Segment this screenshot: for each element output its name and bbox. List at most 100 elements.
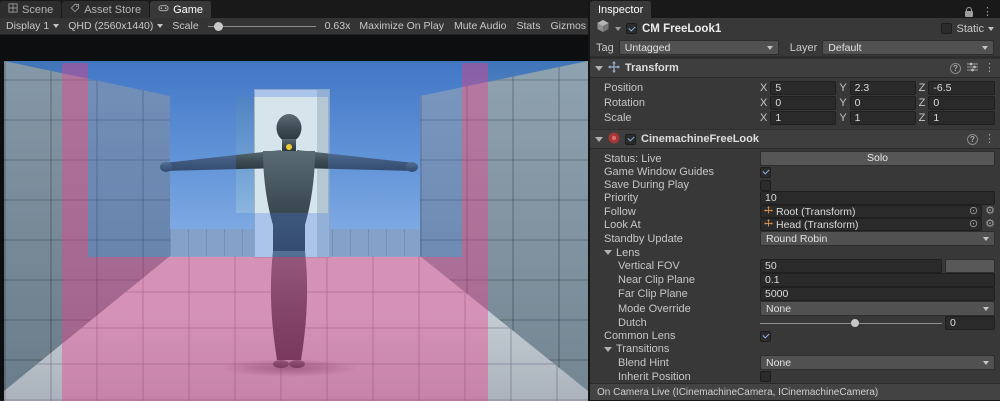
scale-slider[interactable] xyxy=(208,21,316,31)
far-clip-row: Far Clip Plane 5000 xyxy=(590,287,1000,301)
priority-field[interactable]: 10 xyxy=(760,191,995,205)
chevron-down-icon xyxy=(983,361,989,365)
maximize-on-play-button[interactable]: Maximize On Play xyxy=(359,20,444,32)
tab-scene[interactable]: Scene xyxy=(0,1,61,18)
scale-value: 0.63x xyxy=(325,20,351,32)
axis-x-label: X xyxy=(760,82,767,94)
gameobject-active-checkbox[interactable] xyxy=(626,23,637,34)
scale-row: Scale X1 Y1 Z1 xyxy=(590,110,1000,125)
tab-game-label: Game xyxy=(173,4,203,16)
lock-icon[interactable] xyxy=(965,11,973,17)
transform-header[interactable]: Transform ? ⋮ xyxy=(590,58,1000,78)
near-clip-field[interactable]: 0.1 xyxy=(760,273,995,287)
layer-dropdown[interactable]: Default xyxy=(822,40,994,55)
cinemachine-rows: Status: Live Solo Game Window Guides Sav… xyxy=(590,149,1000,383)
blend-hint-dropdown[interactable]: None xyxy=(760,355,995,370)
game-toolbar: Display 1 QHD (2560x1440) Scale 0.63x Ma… xyxy=(0,18,588,35)
tag-dropdown[interactable]: Untagged xyxy=(619,40,779,55)
dutch-row: Dutch 0 xyxy=(590,316,1000,330)
transform-icon xyxy=(764,219,773,231)
dutch-field[interactable]: 0 xyxy=(945,316,995,330)
guide-hard-limit-right[interactable] xyxy=(462,63,488,257)
rotation-y-field[interactable]: 0 xyxy=(850,96,916,110)
inherit-position-checkbox[interactable] xyxy=(760,371,771,382)
stats-button[interactable]: Stats xyxy=(517,20,541,32)
far-clip-field[interactable]: 5000 xyxy=(760,287,995,301)
game-viewport[interactable] xyxy=(0,35,588,400)
tab-inspector-label: Inspector xyxy=(598,4,643,16)
transform-title: Transform xyxy=(625,62,679,74)
scale-slider-handle[interactable] xyxy=(214,22,223,31)
gameobject-cube-icon[interactable] xyxy=(596,19,610,38)
lens-foldout[interactable]: Lens xyxy=(590,246,1000,259)
cinemachine-header[interactable]: CinemachineFreeLook ? ⋮ xyxy=(590,129,1000,149)
gear-icon[interactable]: ⚙ xyxy=(985,219,995,230)
position-row: Position X5 Y2.3 Z-6.5 xyxy=(590,80,1000,95)
chevron-down-icon xyxy=(982,46,988,50)
scale-x-field[interactable]: 1 xyxy=(770,111,836,125)
tab-inspector[interactable]: Inspector xyxy=(590,1,651,18)
blend-hint-row: Blend Hint None xyxy=(590,355,1000,370)
gear-icon[interactable]: ⚙ xyxy=(985,206,995,217)
cinemachine-title: CinemachineFreeLook xyxy=(641,133,759,145)
mode-override-dropdown[interactable]: None xyxy=(760,301,995,316)
inspector-panel: Inspector ⋮ CM FreeLook1 Static Tag Unta… xyxy=(588,0,1000,400)
mode-override-row: Mode Override None xyxy=(590,301,1000,316)
foldout-arrow-icon[interactable] xyxy=(595,137,603,142)
game-panel: Scene Asset Store Game Display 1 QHD (25… xyxy=(0,0,588,400)
rotation-row: Rotation X0 Y0 Z0 xyxy=(590,95,1000,110)
transform-icon xyxy=(608,61,620,76)
kebab-menu-icon[interactable]: ⋮ xyxy=(982,7,993,18)
gameobject-icon-chevron[interactable] xyxy=(615,27,621,31)
tag-dropdown-value: Untagged xyxy=(625,42,671,54)
dutch-slider-handle[interactable] xyxy=(851,319,859,327)
look-at-object-field[interactable]: Head (Transform) ⊙ xyxy=(760,218,982,231)
game-window-guides-checkbox[interactable] xyxy=(760,167,771,178)
fov-mode-button[interactable] xyxy=(945,259,995,273)
common-lens-checkbox[interactable] xyxy=(760,331,771,342)
rotation-z-field[interactable]: 0 xyxy=(928,96,995,110)
resolution-dropdown[interactable]: QHD (2560x1440) xyxy=(68,20,163,32)
save-during-play-row: Save During Play xyxy=(590,179,1000,192)
guide-dead-zone[interactable] xyxy=(236,97,328,213)
camera-live-status-bar: On Camera Live (ICinemachineCamera, ICin… xyxy=(590,383,1000,400)
scale-y-field[interactable]: 1 xyxy=(850,111,916,125)
component-enabled-checkbox[interactable] xyxy=(625,134,636,145)
rotation-x-field[interactable]: 0 xyxy=(770,96,836,110)
mute-audio-button[interactable]: Mute Audio xyxy=(454,20,507,32)
save-during-play-checkbox[interactable] xyxy=(760,180,771,191)
guide-hard-limit-left[interactable] xyxy=(62,63,88,257)
dutch-slider[interactable] xyxy=(760,317,942,330)
follow-label: Follow xyxy=(604,206,760,218)
position-z-field[interactable]: -6.5 xyxy=(928,81,995,95)
tab-asset-store[interactable]: Asset Store xyxy=(62,1,149,18)
position-x-field[interactable]: 5 xyxy=(770,81,836,95)
static-checkbox[interactable] xyxy=(941,23,952,34)
kebab-menu-icon[interactable]: ⋮ xyxy=(984,134,995,145)
vertical-fov-field[interactable]: 50 xyxy=(760,259,942,273)
guide-hard-limit-bottom[interactable] xyxy=(62,257,488,401)
help-icon[interactable]: ? xyxy=(967,134,978,145)
position-y-field[interactable]: 2.3 xyxy=(850,81,916,95)
chevron-down-icon xyxy=(983,307,989,311)
gameobject-name[interactable]: CM FreeLook1 xyxy=(642,23,721,35)
tab-game[interactable]: Game xyxy=(150,1,211,18)
transitions-foldout[interactable]: Transitions xyxy=(590,343,1000,356)
foldout-arrow-icon[interactable] xyxy=(595,66,603,71)
display-dropdown[interactable]: Display 1 xyxy=(6,20,59,32)
presets-icon[interactable] xyxy=(967,62,978,75)
object-picker-icon[interactable]: ⊙ xyxy=(969,219,978,230)
solo-button[interactable]: Solo xyxy=(760,151,995,166)
standby-update-dropdown[interactable]: Round Robin xyxy=(760,231,995,246)
scale-slider-track[interactable] xyxy=(208,26,316,28)
static-dropdown-chevron[interactable] xyxy=(988,27,994,31)
guide-soft-zone[interactable] xyxy=(88,63,462,257)
kebab-menu-icon[interactable]: ⋮ xyxy=(984,63,995,74)
chevron-down-icon xyxy=(53,24,59,28)
axis-y-label: Y xyxy=(839,82,846,94)
follow-object-field[interactable]: Root (Transform) ⊙ xyxy=(760,205,982,218)
object-picker-icon[interactable]: ⊙ xyxy=(969,206,978,217)
scale-z-field[interactable]: 1 xyxy=(928,111,995,125)
help-icon[interactable]: ? xyxy=(950,63,961,74)
axis-x-label: X xyxy=(760,97,767,109)
